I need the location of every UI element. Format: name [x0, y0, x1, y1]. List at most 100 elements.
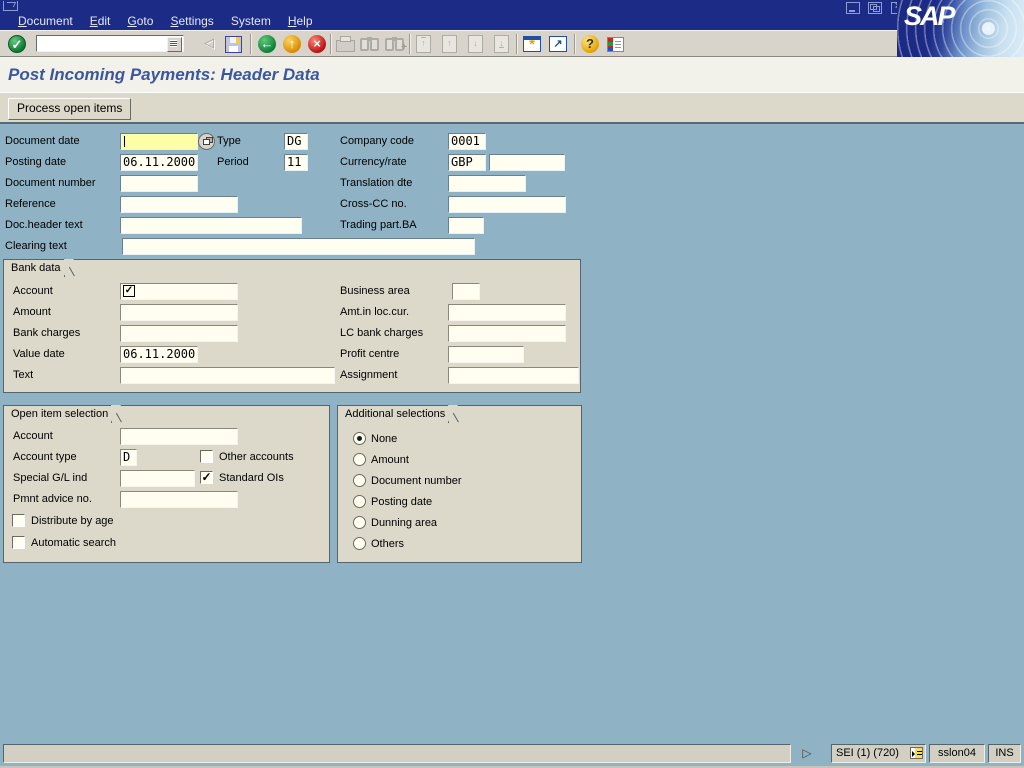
assignment-input[interactable]: [448, 367, 579, 384]
first-page-button[interactable]: ↑: [416, 35, 431, 53]
account-input[interactable]: ✓: [120, 283, 238, 300]
new-session-button[interactable]: *: [523, 36, 541, 52]
radio-label: Others: [371, 538, 404, 550]
help-button[interactable]: ?: [581, 35, 599, 53]
radio-label: Dunning area: [371, 517, 437, 529]
print-button[interactable]: [336, 40, 355, 52]
radio-button[interactable]: [353, 537, 366, 550]
menu-item-system[interactable]: System: [231, 13, 271, 29]
status-session-text: SEI (1) (720): [836, 747, 899, 759]
status-expand-button[interactable]: ▷: [799, 745, 815, 761]
account-label: Account: [13, 284, 53, 299]
status-session-panel: SEI (1) (720): [831, 744, 926, 763]
menu-item-help[interactable]: Help: [288, 13, 313, 29]
pmnt-advice-no-input[interactable]: [120, 491, 238, 508]
menu-item-edit[interactable]: Edit: [90, 13, 111, 29]
amount-input[interactable]: [120, 304, 238, 321]
period-label: Period: [217, 155, 249, 170]
text-caret: [124, 136, 125, 147]
other-accounts-label: Other accounts: [219, 450, 294, 465]
command-input[interactable]: [36, 35, 184, 52]
bank-data-tab: Bank data: [3, 259, 65, 277]
type-label: Type: [217, 134, 241, 149]
menu-item-document[interactable]: Document: [18, 13, 73, 29]
bank-charges-input[interactable]: [120, 325, 238, 342]
cancel-button[interactable]: ×: [308, 35, 326, 53]
translation-dte-input[interactable]: [448, 175, 526, 192]
additional-selections-title: Additional selections: [345, 408, 445, 420]
lc-bank-charges-input[interactable]: [448, 325, 566, 342]
cross-cc-no-input[interactable]: [448, 196, 566, 213]
exit-button[interactable]: ↑: [283, 35, 301, 53]
text-label: Text: [13, 368, 33, 383]
menu-item-settings[interactable]: Settings: [170, 13, 213, 29]
amt-in-loc-cur-input[interactable]: [448, 304, 566, 321]
ois-account-input[interactable]: [120, 428, 238, 445]
toolbar-separator: [516, 34, 518, 54]
radio-button[interactable]: [353, 432, 366, 445]
period-input[interactable]: 11: [284, 154, 308, 171]
currency-input[interactable]: GBP: [448, 154, 486, 171]
standard-toolbar: ✓ ◁ ← ↑ × + ↑ ↑ ↓ ↓ * ↗ ?: [0, 30, 1024, 57]
previous-page-button[interactable]: ↑: [442, 35, 457, 53]
cancel-icon: ×: [313, 36, 321, 51]
status-services-icon[interactable]: [910, 747, 923, 759]
value-date-input[interactable]: 06.11.2000: [120, 346, 198, 363]
save-button[interactable]: [225, 36, 242, 53]
last-page-button[interactable]: ↓: [494, 35, 509, 53]
restore-button[interactable]: [868, 2, 882, 14]
radio-button[interactable]: [353, 453, 366, 466]
command-dropdown-button[interactable]: [167, 37, 182, 52]
back-icon: ←: [261, 36, 274, 51]
document-date-label: Document date: [5, 134, 80, 149]
clearing-text-input[interactable]: [122, 238, 475, 255]
radio-button[interactable]: [353, 516, 366, 529]
trading-part-ba-input[interactable]: [448, 217, 484, 234]
trading-part-ba-label: Trading part.BA: [340, 218, 417, 233]
status-message-field: [3, 744, 791, 763]
document-date-input[interactable]: [120, 133, 198, 150]
radio-button[interactable]: [353, 495, 366, 508]
minimize-button[interactable]: [846, 2, 860, 14]
radio-option-document-number[interactable]: Document number: [353, 472, 462, 487]
find-next-button[interactable]: +: [385, 37, 404, 51]
profit-centre-input[interactable]: [448, 346, 524, 363]
automatic-search-checkbox[interactable]: ✓: [12, 536, 25, 549]
radio-option-amount[interactable]: Amount: [353, 451, 409, 466]
next-page-button[interactable]: ↓: [468, 35, 483, 53]
doc-header-text-input[interactable]: [120, 217, 302, 234]
enter-button[interactable]: ✓: [8, 35, 26, 53]
radio-option-none[interactable]: None: [353, 430, 397, 445]
reference-input[interactable]: [120, 196, 238, 213]
rate-input[interactable]: [489, 154, 565, 171]
title-band: Post Incoming Payments: Header Data: [0, 57, 1024, 92]
other-accounts-checkbox[interactable]: ✓: [200, 450, 213, 463]
matchcode-button[interactable]: [198, 133, 215, 150]
special-gl-ind-input[interactable]: [120, 470, 195, 487]
sap-gui-window: DocumentEditGotoSettingsSystemHelp SAP ✓…: [0, 0, 1024, 768]
collapse-toolbar-icon[interactable]: ◁: [204, 35, 214, 51]
document-number-input[interactable]: [120, 175, 198, 192]
type-input[interactable]: DG: [284, 133, 308, 150]
business-area-input[interactable]: [452, 283, 480, 300]
distribute-by-age-checkbox[interactable]: ✓: [12, 514, 25, 527]
back-button[interactable]: ←: [258, 35, 276, 53]
radio-option-posting-date[interactable]: Posting date: [353, 493, 432, 508]
find-button[interactable]: [360, 37, 379, 51]
menu-item-goto[interactable]: Goto: [127, 13, 153, 29]
radio-option-others[interactable]: Others: [353, 535, 404, 550]
text-input[interactable]: [120, 367, 335, 384]
automatic-search-label: Automatic search: [31, 536, 116, 551]
posting-date-input[interactable]: 06.11.2000: [120, 154, 198, 171]
company-code-input[interactable]: 0001: [448, 133, 486, 150]
standard-ois-checkbox[interactable]: ✓: [200, 471, 213, 484]
create-shortcut-button[interactable]: ↗: [549, 36, 567, 52]
account-type-input[interactable]: D: [120, 449, 137, 466]
additional-selections-tab: Additional selections: [337, 405, 449, 423]
doc-header-text-label: Doc.header text: [5, 218, 83, 233]
process-open-items-button[interactable]: Process open items: [8, 98, 131, 120]
radio-button[interactable]: [353, 474, 366, 487]
radio-option-dunning-area[interactable]: Dunning area: [353, 514, 437, 529]
customize-layout-button[interactable]: [607, 37, 624, 52]
account-type-label: Account type: [13, 450, 77, 465]
